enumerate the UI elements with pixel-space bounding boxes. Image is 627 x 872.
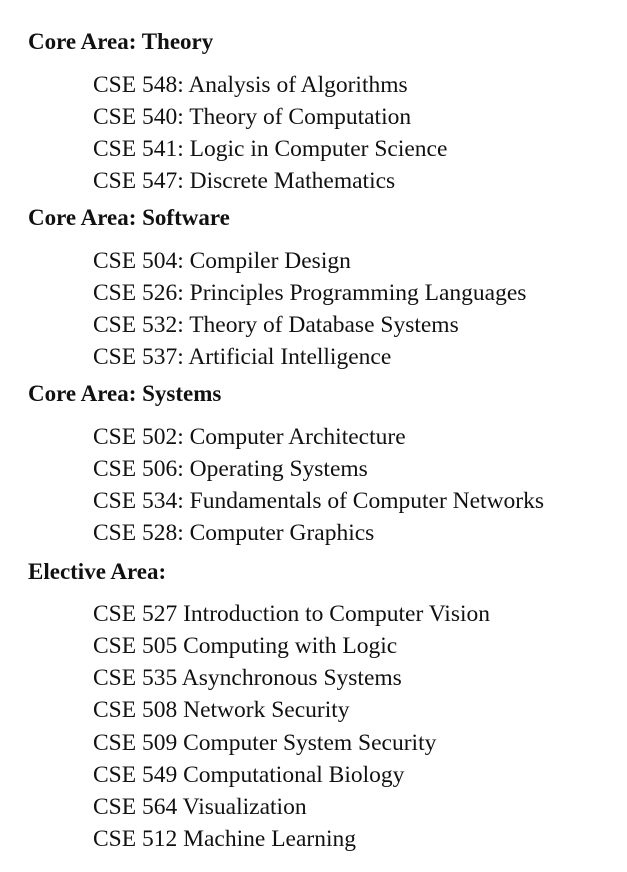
course-item: CSE 508 Network Security bbox=[93, 697, 350, 723]
course-item: CSE 537: Artificial Intelligence bbox=[93, 344, 392, 370]
course-list-document: Core Area: Theory CSE 548: Analysis of A… bbox=[0, 0, 627, 872]
course-item: CSE 532: Theory of Database Systems bbox=[93, 312, 459, 338]
course-item: CSE 549 Computational Biology bbox=[93, 762, 405, 788]
course-item: CSE 534: Fundamentals of Computer Networ… bbox=[93, 488, 545, 514]
course-item: CSE 564 Visualization bbox=[93, 794, 307, 820]
course-item: CSE 512 Machine Learning bbox=[93, 826, 357, 852]
course-item: CSE 502: Computer Architecture bbox=[93, 424, 406, 450]
section-title: Elective Area: bbox=[28, 559, 167, 584]
course-item: CSE 540: Theory of Computation bbox=[93, 104, 412, 130]
course-item: CSE 547: Discrete Mathematics bbox=[93, 168, 396, 194]
course-item: CSE 509 Computer System Security bbox=[93, 730, 437, 756]
course-item: CSE 548: Analysis of Algorithms bbox=[93, 72, 408, 98]
course-item: CSE 541: Logic in Computer Science bbox=[93, 136, 448, 162]
course-item: CSE 505 Computing with Logic bbox=[93, 633, 398, 659]
course-item: CSE 526: Principles Programming Language… bbox=[93, 280, 527, 306]
course-item: CSE 506: Operating Systems bbox=[93, 456, 368, 482]
course-item: CSE 504: Compiler Design bbox=[93, 248, 351, 274]
course-item: CSE 535 Asynchronous Systems bbox=[93, 665, 402, 691]
section-title: Core Area: Theory bbox=[28, 29, 214, 54]
course-item: CSE 528: Computer Graphics bbox=[93, 520, 375, 546]
section-title: Core Area: Software bbox=[28, 205, 230, 230]
course-item: CSE 527 Introduction to Computer Vision bbox=[93, 601, 490, 627]
section-title: Core Area: Systems bbox=[28, 381, 222, 406]
